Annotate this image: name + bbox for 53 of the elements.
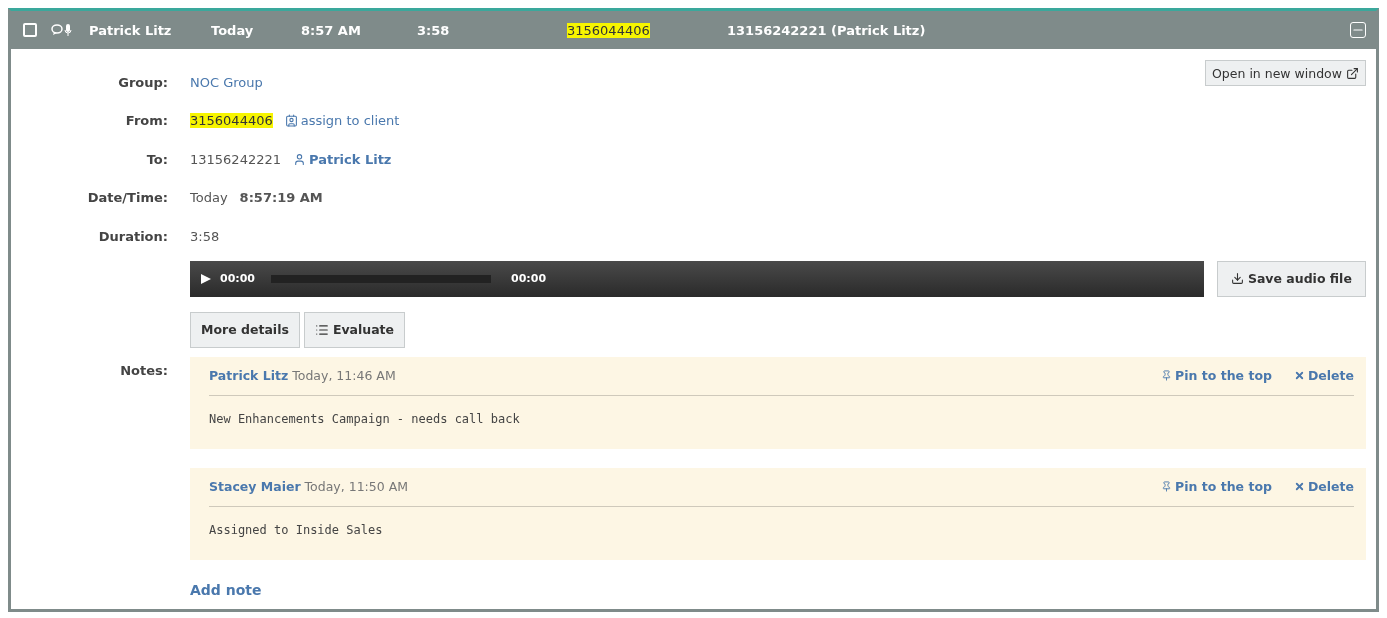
- external-link-icon: [1346, 66, 1359, 80]
- current-time: 00:00: [220, 272, 255, 285]
- download-icon: [1230, 272, 1244, 285]
- field-label: From:: [124, 113, 169, 129]
- field-label: To:: [145, 151, 169, 167]
- call-date: Today: [190, 190, 228, 206]
- field-label: Group:: [117, 74, 169, 90]
- add-note-link[interactable]: Add note: [190, 581, 262, 598]
- play-icon[interactable]: [200, 272, 212, 285]
- pin-icon: [1161, 370, 1173, 381]
- note-text: Assigned to Inside Sales: [209, 521, 384, 537]
- note-author[interactable]: Stacey Maier: [209, 479, 301, 494]
- called-number: 13156242221 (Patrick Litz): [727, 22, 927, 38]
- called-number: 13156242221: [190, 151, 281, 167]
- caller-number: 3156044406: [190, 113, 273, 129]
- call-duration: 3:58: [190, 228, 220, 244]
- note-text: New Enhancements Campaign - needs call back: [209, 410, 521, 426]
- call-duration: 3:58: [417, 22, 451, 38]
- call-time: 8:57:19 AM: [239, 190, 323, 206]
- caller-name: Patrick Litz: [89, 22, 173, 38]
- chat-mic-icon: [51, 23, 73, 37]
- pin-link[interactable]: Pin to the top: [1161, 368, 1272, 383]
- contact-card-icon: [284, 114, 298, 128]
- call-header-bar[interactable]: Patrick Litz Today 8:57 AM 3:58 3156044406 13156242221 (Patrick Litz): [11, 11, 1376, 49]
- note-author[interactable]: Patrick Litz: [209, 368, 289, 383]
- delete-link[interactable]: Delete: [1293, 479, 1354, 494]
- pin-icon: [1161, 481, 1173, 492]
- close-icon: [1293, 370, 1305, 381]
- field-label: Duration:: [97, 228, 169, 244]
- assign-to-client-link[interactable]: assign to client: [284, 113, 400, 129]
- total-time: 00:00: [511, 272, 547, 285]
- save-audio-button[interactable]: Save audio file: [1216, 260, 1366, 297]
- close-icon: [1293, 481, 1305, 492]
- audio-player[interactable]: 00:00 00:00: [190, 260, 1204, 297]
- call-time: 8:57 AM: [301, 22, 362, 38]
- open-in-new-window-button[interactable]: Open in new window: [1205, 60, 1366, 86]
- delete-link[interactable]: Delete: [1293, 368, 1354, 383]
- user-icon: [293, 152, 306, 166]
- list-icon: [314, 322, 329, 337]
- call-day: Today: [211, 22, 301, 38]
- group-link[interactable]: NOC Group: [190, 74, 263, 90]
- row-checkbox[interactable]: [23, 23, 37, 37]
- note-time: Today, 11:46 AM: [292, 368, 397, 383]
- pin-link[interactable]: Pin to the top: [1161, 479, 1272, 494]
- collapse-icon[interactable]: [1350, 22, 1366, 38]
- caller-number: 3156044406: [567, 22, 651, 38]
- more-details-button[interactable]: More details: [190, 311, 300, 348]
- contact-link[interactable]: Patrick Litz: [293, 151, 392, 167]
- progress-track[interactable]: [271, 274, 491, 283]
- field-label: Notes:: [119, 361, 169, 378]
- evaluate-button[interactable]: Evaluate: [303, 311, 406, 348]
- note-time: Today, 11:50 AM: [304, 479, 410, 494]
- field-label: Date/Time:: [86, 190, 169, 206]
